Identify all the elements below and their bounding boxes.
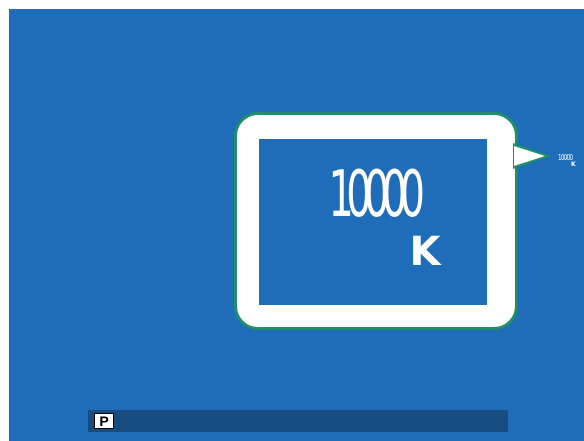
shooting-mode-badge: P — [94, 413, 114, 429]
callout-display: 10000 K — [259, 139, 487, 305]
camera-screen: 10000 K 10000 K P — [9, 9, 584, 441]
color-temperature-value: 10000 — [328, 158, 424, 232]
white-balance-indicator-icon: 10000 K — [558, 154, 582, 174]
callout-pointer-inner — [514, 146, 545, 166]
status-bar: P — [88, 410, 508, 432]
white-balance-callout: 10000 K — [234, 112, 518, 330]
indicator-unit: K — [571, 161, 576, 168]
kelvin-unit: K — [409, 229, 441, 275]
